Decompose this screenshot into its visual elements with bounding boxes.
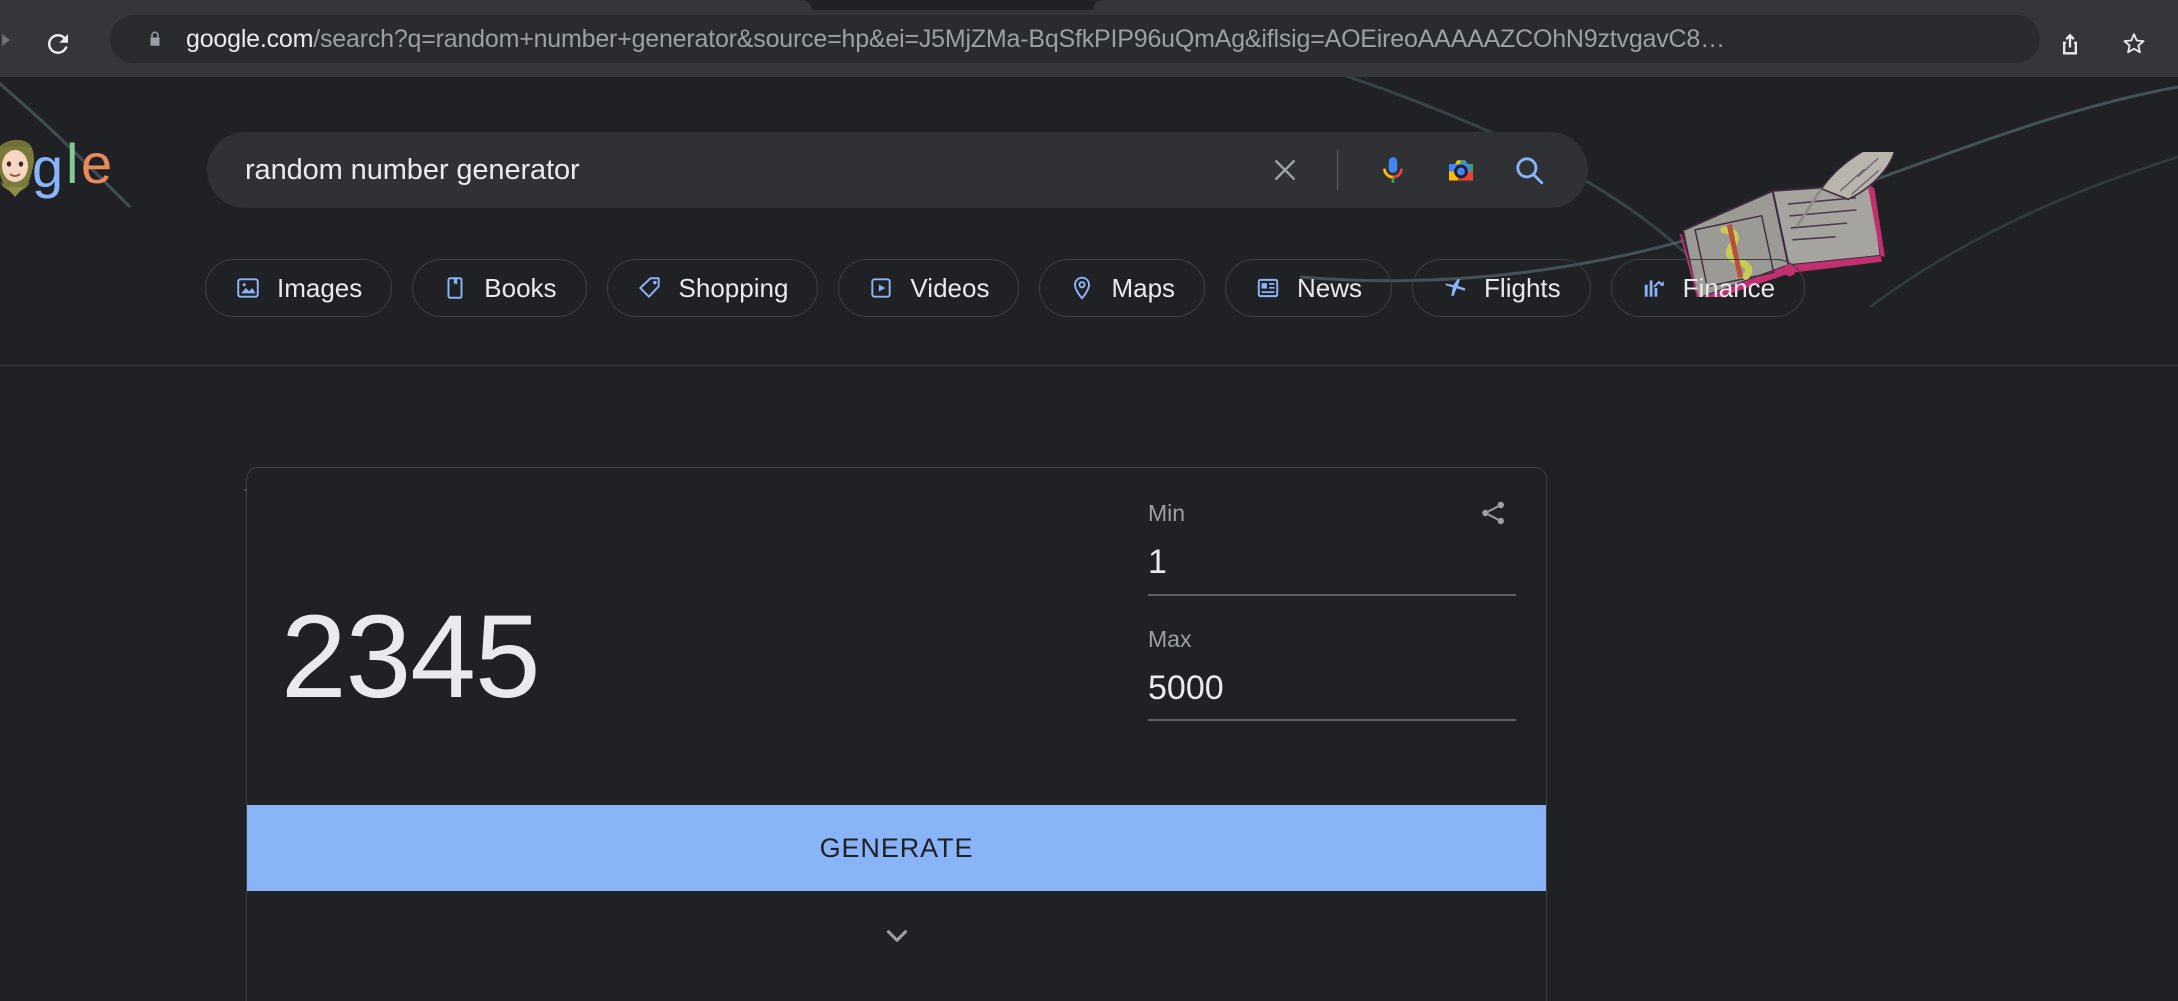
rng-share-button[interactable] (1470, 490, 1516, 536)
filter-chip-finance[interactable]: Finance (1610, 259, 1806, 317)
filter-chip-maps[interactable]: Maps (1039, 259, 1206, 317)
search-submit-button[interactable] (1504, 145, 1554, 195)
address-bar[interactable]: google.com/search?q=random+number+genera… (110, 15, 2040, 63)
generate-button[interactable]: GENERATE (247, 805, 1546, 891)
search-box-divider (1337, 150, 1338, 190)
browser-toolbar: google.com/search?q=random+number+genera… (0, 10, 2178, 67)
google-lens-camera-icon (1449, 160, 1473, 181)
rng-widget-body: 2345 Min 1 Max 5000 (247, 468, 1546, 804)
bookmark-star-button[interactable] (2112, 22, 2156, 66)
search-filter-chips: Images Books Shopping Videos Maps News F… (205, 259, 1806, 317)
filter-chip-label: News (1297, 272, 1363, 303)
browser-share-button[interactable] (2048, 22, 2092, 66)
rng-min-label: Min (1148, 500, 1186, 526)
address-bar-domain: google.com (186, 24, 314, 53)
filter-chip-books[interactable]: Books (412, 259, 587, 317)
browser-chrome: google.com/search?q=random+number+genera… (0, 0, 2178, 77)
google-lens-button[interactable] (1436, 145, 1486, 195)
search-input[interactable]: random number generator (245, 154, 1263, 187)
random-number-generator-widget: 2345 Min 1 Max 5000 GENERATE (246, 467, 1547, 1001)
price-tag-icon (637, 275, 663, 301)
reload-icon (47, 33, 68, 54)
book-icon (442, 275, 468, 301)
google-doodle-logo[interactable]: G g l e (0, 125, 122, 205)
microphone-icon (1383, 157, 1403, 183)
tab-strip (0, 0, 2178, 10)
newspaper-icon (1255, 275, 1281, 301)
filter-chip-flights[interactable]: Flights (1412, 259, 1591, 317)
magnifier-search-icon (1516, 157, 1544, 185)
rng-max-field[interactable]: Max 5000 (1148, 625, 1516, 721)
svg-text:e: e (81, 132, 112, 195)
browser-tab-left[interactable] (0, 0, 812, 10)
filter-chip-news[interactable]: News (1225, 259, 1393, 317)
filter-chip-shopping[interactable]: Shopping (606, 259, 819, 317)
rng-range-controls: Min 1 Max 5000 (1148, 500, 1516, 751)
rng-min-input[interactable]: 1 (1148, 541, 1516, 596)
rng-expand-button[interactable] (247, 891, 1546, 1001)
close-x-icon (1275, 160, 1295, 180)
star-outline-icon (2123, 33, 2145, 54)
filter-chip-label: Images (277, 272, 363, 303)
filter-chip-label: Shopping (678, 272, 789, 303)
lock-icon (146, 29, 164, 49)
svg-text:g: g (32, 136, 63, 199)
google-search-results-page: G g l e random number generator (0, 77, 2178, 1001)
rng-result-value: 2345 (281, 591, 541, 723)
reload-button[interactable] (38, 24, 78, 64)
rng-max-input[interactable]: 5000 (1148, 667, 1516, 721)
image-icon (235, 275, 261, 301)
filter-bar-divider (0, 365, 2178, 366)
filter-chip-videos[interactable]: Videos (838, 259, 1020, 317)
address-bar-path: /search?q=random+number+generator&source… (313, 24, 1725, 53)
video-play-icon (868, 275, 894, 301)
share-nodes-icon (1482, 501, 1504, 525)
forward-arrow-icon[interactable] (0, 32, 16, 48)
filter-chip-label: Books (484, 272, 557, 303)
search-box[interactable]: random number generator (207, 132, 1588, 208)
share-upload-icon (2063, 33, 2077, 55)
svg-text:l: l (66, 132, 78, 195)
browser-tab-right[interactable] (1093, 0, 2178, 10)
filter-chip-images[interactable]: Images (205, 259, 393, 317)
generate-button-label: GENERATE (819, 832, 974, 863)
chevron-down-icon (886, 930, 907, 942)
stock-chart-icon (1641, 275, 1667, 301)
filter-chip-label: Videos (910, 272, 990, 303)
filter-chip-label: Maps (1111, 272, 1176, 303)
filter-chip-label: Finance (1682, 272, 1776, 303)
address-bar-url: google.com/search?q=random+number+genera… (186, 25, 1725, 54)
airplane-icon (1442, 275, 1468, 301)
filter-chip-label: Flights (1484, 272, 1561, 303)
map-pin-icon (1069, 275, 1095, 301)
clear-search-button[interactable] (1263, 148, 1307, 192)
voice-search-button[interactable] (1368, 145, 1418, 195)
rng-min-field[interactable]: Min 1 (1148, 500, 1516, 596)
rng-max-label: Max (1148, 625, 1192, 652)
